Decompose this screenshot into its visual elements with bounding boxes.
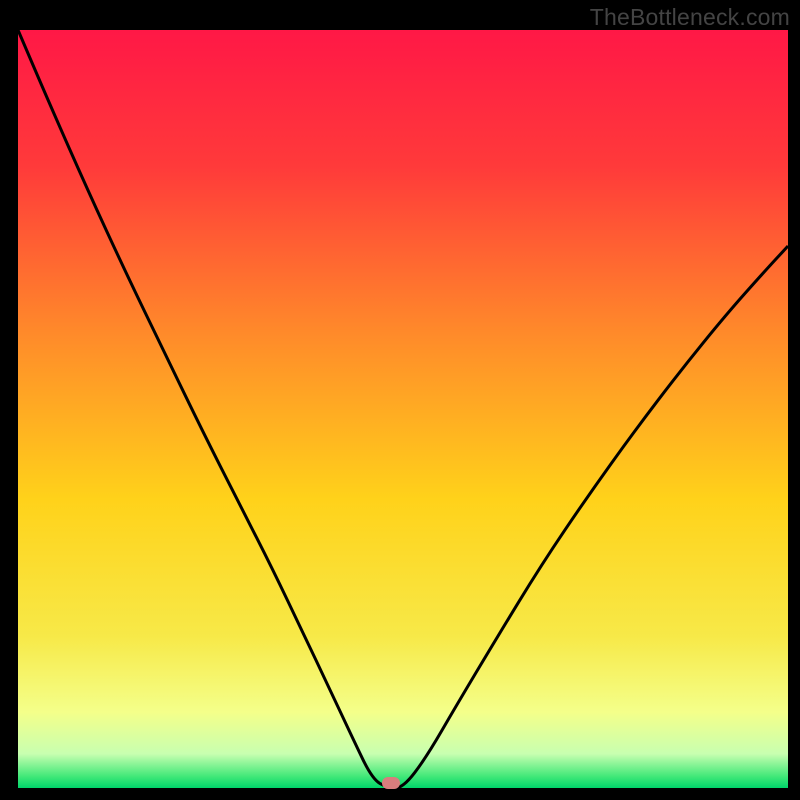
bottleneck-chart bbox=[0, 0, 800, 800]
watermark-text: TheBottleneck.com bbox=[590, 4, 790, 31]
current-position-marker bbox=[382, 777, 400, 789]
plot-background bbox=[18, 30, 788, 788]
